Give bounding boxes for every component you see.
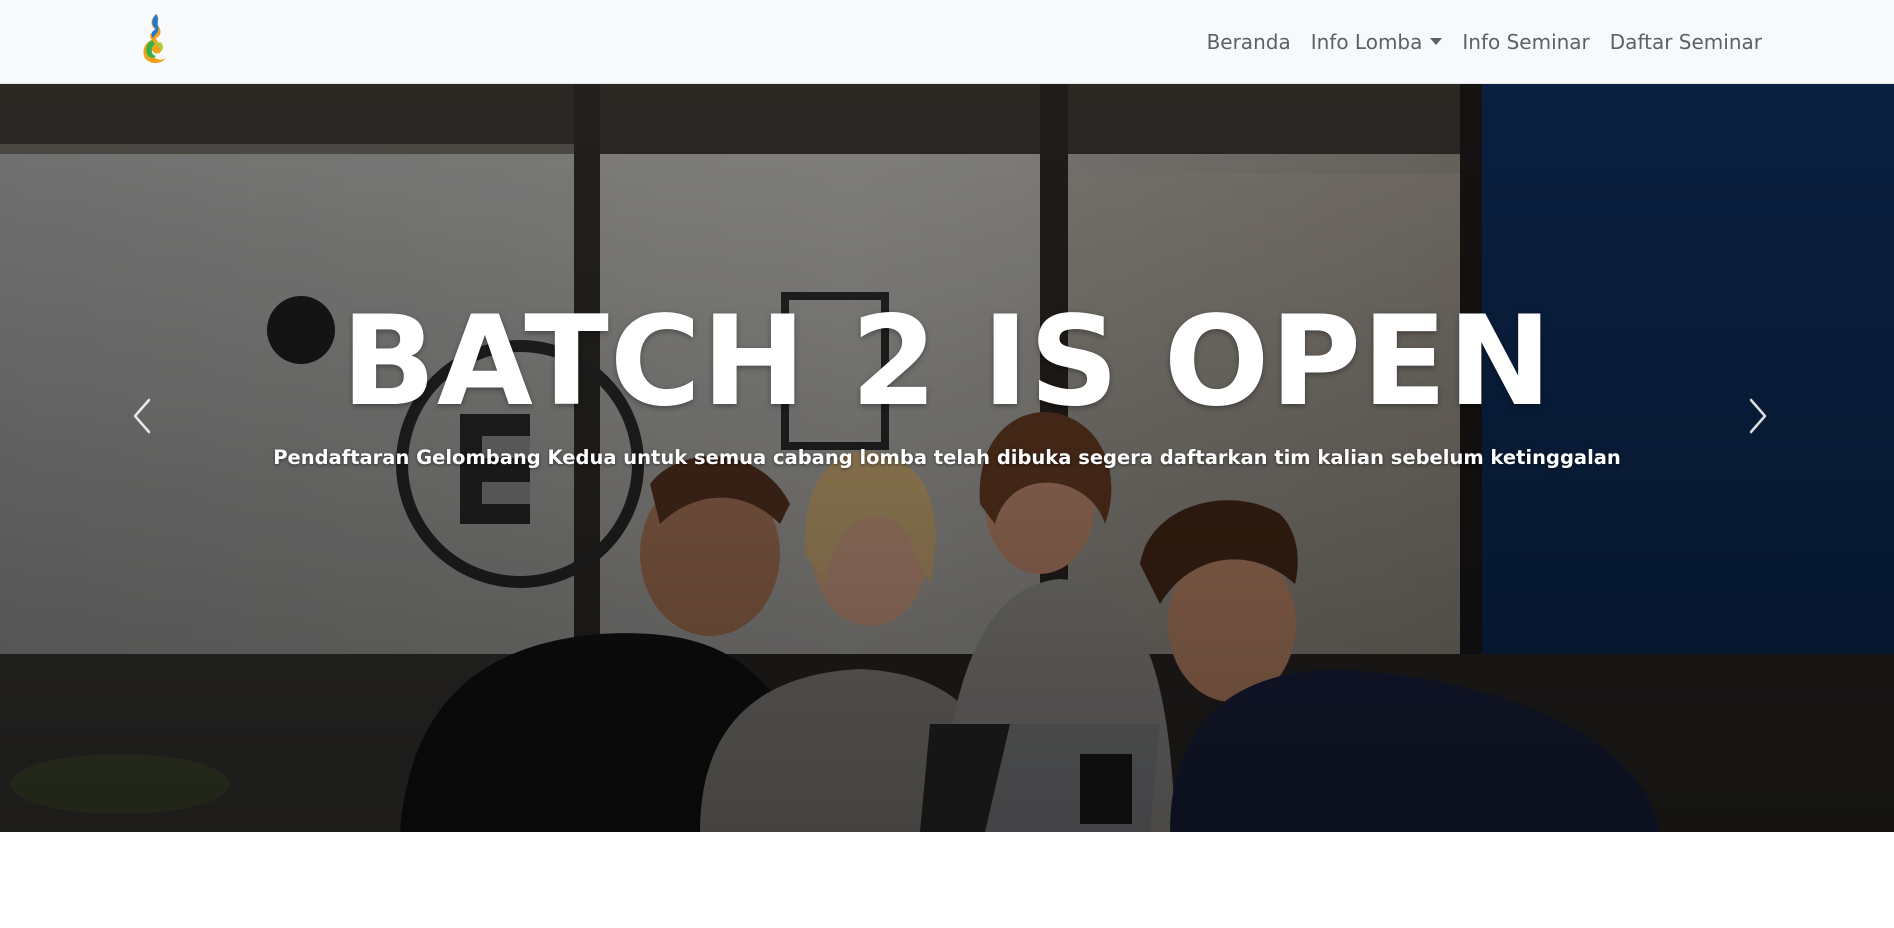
caret-down-icon — [1430, 38, 1443, 45]
flame-logo-icon — [143, 14, 166, 64]
nav-link-label: Info Seminar — [1462, 30, 1590, 54]
brand-logo-link[interactable] — [138, 12, 172, 66]
nav-link-label: Beranda — [1206, 30, 1291, 54]
nav-link-label: Daftar Seminar — [1609, 30, 1762, 54]
hero-carousel: BATCH 2 IS OPEN Pendaftaran Gelombang Ke… — [0, 84, 1894, 832]
hero-subtitle: Pendaftaran Gelombang Kedua untuk semua … — [273, 446, 1621, 469]
nav-link-daftar-seminar[interactable]: Daftar Seminar — [1610, 30, 1762, 54]
nav-link-beranda[interactable]: Beranda — [1207, 30, 1291, 54]
nav-link-label: Info Lomba — [1310, 30, 1423, 54]
nav-link-info-seminar[interactable]: Info Seminar — [1462, 30, 1589, 54]
carousel-next-button[interactable] — [1688, 84, 1828, 832]
nav-dropdown-info-lomba[interactable]: Info Lomba — [1311, 30, 1443, 54]
chevron-left-icon — [133, 398, 151, 434]
hero-title: BATCH 2 IS OPEN — [341, 290, 1553, 434]
main-nav: Beranda Info Lomba Info Seminar Daftar S… — [1207, 0, 1762, 84]
carousel-prev-button[interactable] — [72, 84, 212, 832]
carousel-caption: BATCH 2 IS OPEN Pendaftaran Gelombang Ke… — [0, 84, 1894, 832]
chevron-right-icon — [1749, 398, 1767, 434]
navbar: Beranda Info Lomba Info Seminar Daftar S… — [0, 0, 1894, 84]
